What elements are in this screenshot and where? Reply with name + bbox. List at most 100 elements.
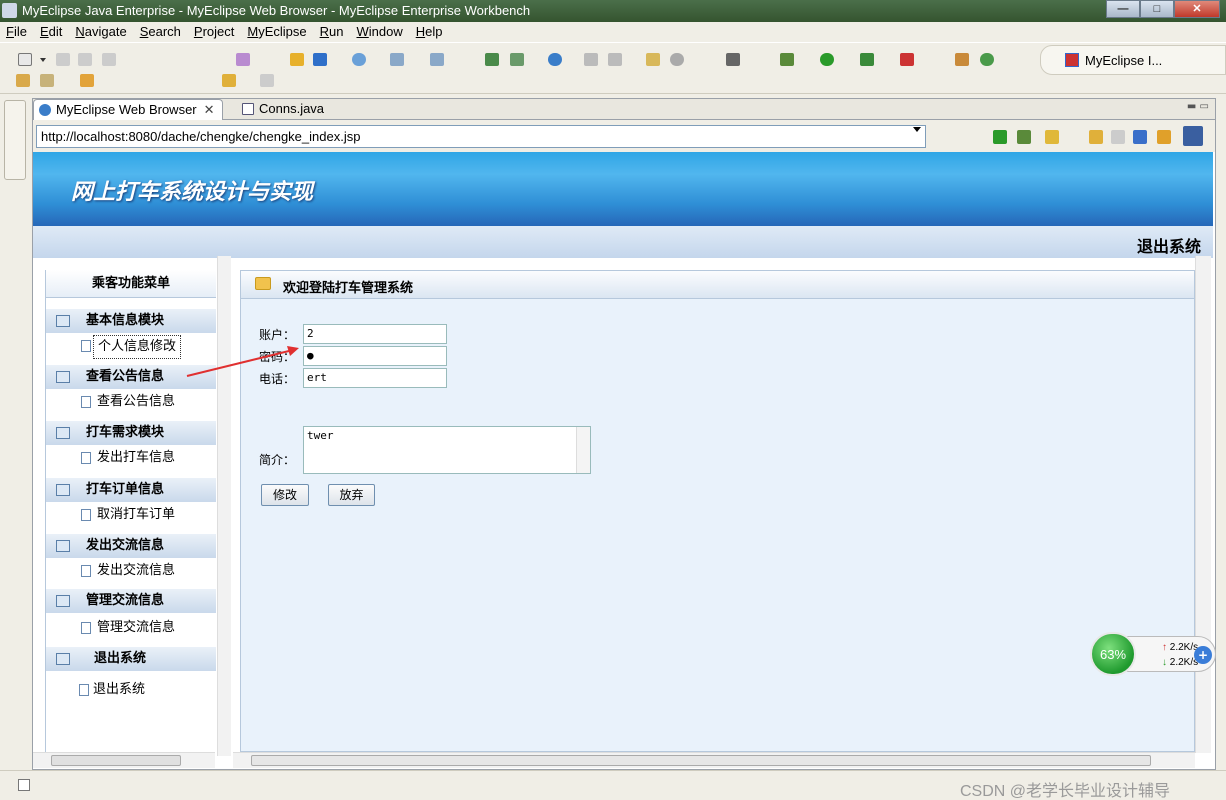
password-input[interactable]: ●	[303, 346, 447, 366]
minimized-view-strip[interactable]	[4, 100, 26, 180]
logout-link[interactable]: 退出系统	[1137, 233, 1201, 257]
globe-icon[interactable]	[548, 53, 562, 66]
submit-button[interactable]: 修改	[261, 484, 309, 506]
menu-vertical-scrollbar[interactable]	[217, 256, 231, 756]
stop-icon[interactable]	[900, 53, 914, 66]
menu-run[interactable]: Run	[314, 22, 351, 41]
menu-navigate[interactable]: Navigate	[69, 22, 133, 41]
save-all-icon[interactable]	[78, 53, 92, 66]
debug-page-icon[interactable]	[1017, 130, 1031, 144]
tab-web-browser[interactable]: MyEclipse Web Browser ✕	[33, 99, 223, 120]
forward-icon[interactable]	[1111, 130, 1125, 144]
menu-item-view-announcements[interactable]: 查看公告信息	[46, 391, 216, 413]
url-dropdown-icon[interactable]	[913, 127, 921, 132]
menu-item-send-ride-request[interactable]: 发出打车信息	[46, 447, 216, 469]
package-icon[interactable]	[955, 53, 969, 66]
content-header: 欢迎登陆打车管理系统	[241, 271, 1194, 299]
document-icon	[81, 565, 91, 577]
go-icon[interactable]	[993, 130, 1007, 144]
menu-window[interactable]: Window	[350, 22, 409, 41]
export-icon[interactable]	[510, 53, 524, 66]
open-project-icon[interactable]	[16, 74, 30, 87]
page-horizontal-scrollbar[interactable]	[233, 752, 1195, 768]
menu-myeclipse[interactable]: MyEclipse	[241, 22, 313, 41]
menu-file[interactable]: File	[0, 22, 34, 41]
scroll-thumb[interactable]	[251, 755, 1151, 766]
menu-project[interactable]: Project	[188, 22, 241, 41]
perspective-switcher[interactable]: MyEclipse I...	[1040, 45, 1226, 75]
menu-item-logout[interactable]: 退出系统	[46, 679, 216, 701]
section-icon	[56, 595, 70, 607]
intro-textarea[interactable]: twer	[303, 426, 591, 474]
maximize-button[interactable]: □	[1140, 0, 1174, 18]
url-input[interactable]: http://localhost:8080/dache/chengke/chen…	[36, 125, 926, 148]
close-tab-icon[interactable]: ✕	[204, 100, 215, 120]
web-icon[interactable]	[670, 53, 684, 66]
menu-item-cancel-order[interactable]: 取消打车订单	[46, 504, 216, 526]
menu-section-logout[interactable]: 退出系统	[46, 647, 216, 671]
account-input[interactable]: 2	[303, 324, 447, 344]
box-icon[interactable]	[290, 53, 304, 66]
menu-section-send-messages[interactable]: 发出交流信息	[46, 534, 216, 558]
menu-item-send-message[interactable]: 发出交流信息	[46, 560, 216, 582]
server-icon[interactable]	[80, 74, 94, 87]
status-bar: CSDN @老学长毕业设计辅导	[0, 770, 1226, 800]
inspect-icon[interactable]	[430, 53, 444, 66]
menu-section-ride-orders[interactable]: 打车订单信息	[46, 478, 216, 502]
folder-icon	[255, 277, 271, 290]
account-label: 账户：	[259, 328, 296, 342]
expand-icon[interactable]: +	[1194, 646, 1212, 664]
menu-section-manage-messages[interactable]: 管理交流信息	[46, 589, 216, 613]
run-config-icon[interactable]	[860, 53, 874, 66]
run-icon[interactable]	[820, 53, 834, 66]
rocket-icon[interactable]	[40, 74, 54, 87]
menu-help[interactable]: Help	[410, 22, 450, 41]
intro-text: twer	[307, 429, 334, 442]
stop-icon[interactable]	[1133, 130, 1147, 144]
forward-icon[interactable]	[260, 74, 274, 87]
network-speed-widget[interactable]: 63% ↑ 2.2K/s ↓ 2.2K/s +	[1090, 632, 1216, 676]
perspective-label: MyEclipse I...	[1085, 53, 1163, 68]
cancel-button[interactable]: 放弃	[328, 484, 375, 506]
section-icon	[56, 484, 70, 496]
new-status-icon[interactable]	[18, 779, 30, 791]
web-page: 网上打车系统设计与实现 退出系统 乘客功能菜单 基本信息模块 个人信息修改 查看…	[33, 152, 1213, 769]
debug-icon[interactable]	[780, 53, 794, 66]
menu-section-ride-request[interactable]: 打车需求模块	[46, 421, 216, 445]
save-icon[interactable]	[56, 53, 70, 66]
scroll-thumb[interactable]	[51, 755, 181, 766]
close-button[interactable]: ✕	[1174, 0, 1220, 18]
tools-icon[interactable]	[980, 53, 994, 66]
favorites-icon[interactable]	[1045, 130, 1059, 144]
menu-search[interactable]: Search	[134, 22, 188, 41]
document-icon	[81, 509, 91, 521]
wizard-icon[interactable]	[646, 53, 660, 66]
back-icon[interactable]	[1089, 130, 1103, 144]
deploy-icon[interactable]	[485, 53, 499, 66]
document-icon	[81, 340, 91, 352]
document-icon	[81, 622, 91, 634]
cube-icon[interactable]	[313, 53, 327, 66]
eclipse-icon[interactable]	[1183, 126, 1203, 146]
refresh-icon[interactable]	[608, 53, 622, 66]
new-icon[interactable]	[18, 53, 32, 66]
menu-item-manage-messages[interactable]: 管理交流信息	[46, 617, 216, 639]
back-icon[interactable]	[222, 74, 236, 87]
minimize-button[interactable]: —	[1106, 0, 1140, 18]
phone-input[interactable]: ert	[303, 368, 447, 388]
menu-edit[interactable]: Edit	[34, 22, 69, 41]
refresh-icon[interactable]	[1157, 130, 1171, 144]
link-icon[interactable]	[584, 53, 598, 66]
page-vertical-scrollbar[interactable]	[1195, 256, 1211, 753]
tab-conns-java[interactable]: Conns.java	[237, 99, 349, 120]
dropdown-arrow-icon[interactable]	[40, 58, 46, 62]
camera-icon[interactable]	[726, 53, 740, 66]
maximize-editor-icon[interactable]: ▬ ▭	[1187, 101, 1209, 112]
menu-section-basic-info[interactable]: 基本信息模块	[46, 309, 216, 333]
search-icon[interactable]	[390, 53, 404, 66]
textarea-scrollbar[interactable]	[576, 427, 590, 473]
browser-icon[interactable]	[352, 53, 366, 66]
menu-horizontal-scrollbar[interactable]	[33, 752, 215, 768]
new-wizard-icon[interactable]	[236, 53, 250, 66]
print-icon[interactable]	[102, 53, 116, 66]
